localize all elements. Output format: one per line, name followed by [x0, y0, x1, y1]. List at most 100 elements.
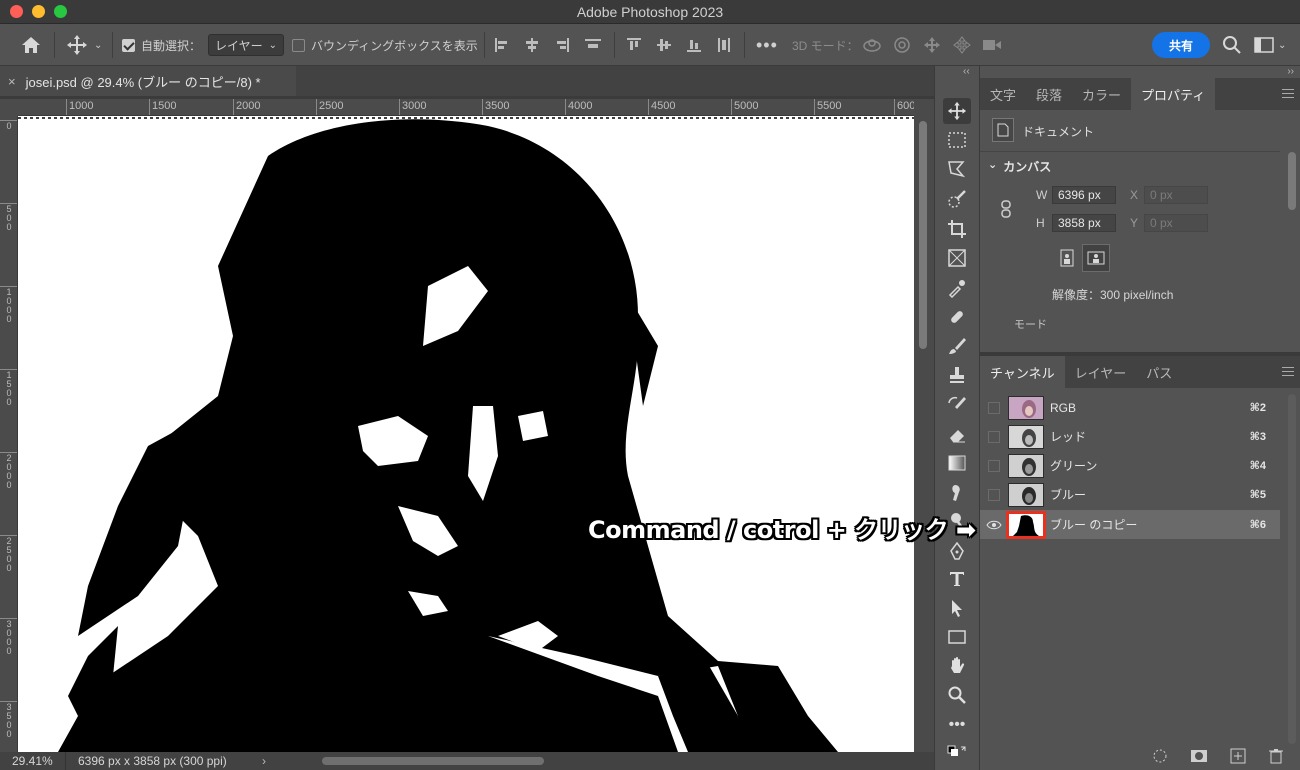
share-button[interactable]: 共有: [1152, 32, 1210, 58]
brush-tool[interactable]: [943, 333, 971, 359]
align-middle-icon[interactable]: [656, 37, 672, 53]
home-button[interactable]: [20, 24, 42, 66]
eraser-tool[interactable]: [943, 422, 971, 448]
channels-scrollbar[interactable]: [1288, 394, 1296, 744]
align-left-icon[interactable]: [494, 37, 510, 53]
3d-slide-icon[interactable]: [952, 36, 972, 54]
auto-select-dropdown[interactable]: レイヤー ⌄: [208, 34, 285, 56]
horizontal-scroll-thumb[interactable]: [322, 757, 544, 765]
horizontal-ruler[interactable]: 1000 1500 2000 2500 3000 3500 4000 4500 …: [18, 99, 914, 116]
3d-pan-icon[interactable]: [922, 36, 942, 54]
visibility-toggle[interactable]: [988, 401, 1000, 414]
align-vertical-group: [626, 24, 732, 66]
smudge-tool[interactable]: [943, 480, 971, 506]
channel-thumbnail: [1008, 453, 1044, 478]
channel-thumbnail-highlighted[interactable]: [1006, 510, 1046, 539]
3d-roll-icon[interactable]: [892, 36, 912, 54]
width-field[interactable]: 6396 px: [1052, 186, 1116, 204]
expand-icon[interactable]: ››: [1287, 66, 1294, 77]
collapse-icon[interactable]: ‹‹: [963, 66, 970, 77]
landscape-orientation-button[interactable]: [1082, 244, 1110, 272]
height-field[interactable]: 3858 px: [1052, 214, 1116, 232]
move-tool[interactable]: [943, 98, 971, 124]
link-icon[interactable]: [1000, 200, 1012, 218]
align-horizontal-distribute-icon[interactable]: [584, 37, 602, 53]
align-bottom-icon[interactable]: [686, 37, 702, 53]
hand-tool[interactable]: [943, 653, 971, 679]
close-tab-icon[interactable]: ×: [8, 74, 16, 89]
visibility-toggle[interactable]: [988, 459, 1000, 472]
chevron-right-icon[interactable]: ›: [262, 752, 266, 770]
clone-stamp-tool[interactable]: [943, 362, 971, 388]
y-field[interactable]: 0 px: [1144, 214, 1208, 232]
tab-color[interactable]: カラー: [1072, 78, 1131, 110]
load-selection-icon[interactable]: [1152, 748, 1168, 764]
tab-character[interactable]: 文字: [980, 78, 1026, 110]
bounding-box-checkbox[interactable]: [292, 38, 305, 52]
crop-tool[interactable]: [943, 216, 971, 242]
channel-shortcut: ⌘4: [1249, 460, 1266, 472]
channel-row[interactable]: グリーン ⌘4: [980, 451, 1280, 480]
visibility-toggle[interactable]: [988, 488, 1000, 501]
gradient-tool[interactable]: [943, 450, 971, 476]
search-button[interactable]: [1222, 24, 1242, 66]
tab-properties[interactable]: プロパティ: [1131, 78, 1216, 110]
channel-row[interactable]: ブルー ⌘5: [980, 480, 1280, 509]
x-field[interactable]: 0 px: [1144, 186, 1208, 204]
visibility-toggle[interactable]: [988, 430, 1000, 443]
more-options-icon[interactable]: •••: [756, 24, 778, 66]
ruler-label: 1500: [149, 99, 176, 115]
channel-row[interactable]: レッド ⌘3: [980, 422, 1280, 451]
rectangle-tool[interactable]: [943, 624, 971, 650]
zoom-level[interactable]: 29.41%: [0, 752, 66, 770]
workspace-icon: [1254, 37, 1274, 53]
eraser-icon: [950, 430, 965, 443]
save-selection-icon[interactable]: [1190, 748, 1208, 764]
channel-name: グリーン: [1050, 459, 1098, 473]
auto-select-checkbox[interactable]: [122, 38, 135, 52]
document-canvas[interactable]: [18, 116, 914, 752]
height-label: H: [1036, 216, 1045, 230]
properties-scroll-thumb[interactable]: [1288, 152, 1296, 210]
zoom-tool[interactable]: [943, 682, 971, 708]
scroll-thumb[interactable]: [919, 121, 927, 349]
canvas-section-header[interactable]: ⌄ カンバス: [988, 158, 1051, 175]
vertical-ruler[interactable]: 0 500 1000 1500 2000 2500 3000 3500: [0, 116, 18, 752]
quick-select-tool[interactable]: [943, 186, 971, 212]
panel-menu-icon[interactable]: [1282, 89, 1294, 98]
type-tool[interactable]: [943, 566, 971, 592]
eye-icon[interactable]: [986, 519, 1002, 531]
marquee-tool[interactable]: [943, 127, 971, 153]
3d-camera-icon[interactable]: [982, 36, 1002, 54]
eyedropper-tool[interactable]: [943, 275, 971, 301]
tab-paragraph[interactable]: 段落: [1026, 78, 1072, 110]
options-bar: ⌄ 自動選択： レイヤー ⌄ バウンディングボックスを表示 ••• 3D モード…: [0, 24, 1300, 66]
align-top-icon[interactable]: [626, 37, 642, 53]
align-center-icon[interactable]: [524, 37, 540, 53]
tab-channels[interactable]: チャンネル: [980, 356, 1065, 388]
chevron-down-icon: ⌄: [94, 39, 103, 51]
workspace-button[interactable]: ⌄: [1254, 24, 1286, 66]
3d-orbit-icon[interactable]: [862, 36, 882, 54]
lasso-tool[interactable]: [943, 156, 971, 182]
tab-paths[interactable]: パス: [1136, 356, 1182, 388]
panel-menu-icon[interactable]: [1282, 367, 1294, 376]
frame-tool[interactable]: [943, 245, 971, 271]
healing-brush-tool[interactable]: [943, 304, 971, 330]
move-tool-preset-button[interactable]: ⌄: [66, 24, 102, 66]
channel-row[interactable]: RGB ⌘2: [980, 393, 1280, 422]
path-selection-tool[interactable]: [943, 595, 971, 621]
zoom-icon: [948, 686, 966, 704]
edit-toolbar-icon[interactable]: •••: [943, 712, 971, 738]
portrait-orientation-button[interactable]: [1056, 246, 1078, 270]
history-brush-tool[interactable]: [943, 392, 971, 418]
trash-icon[interactable]: [1268, 748, 1284, 764]
tab-layers[interactable]: レイヤー: [1065, 356, 1137, 388]
align-vertical-distribute-icon[interactable]: [716, 37, 732, 53]
new-channel-icon[interactable]: [1230, 748, 1246, 764]
vertical-scrollbar[interactable]: [914, 99, 934, 752]
channel-row-selected[interactable]: ブルー のコピー ⌘6: [980, 510, 1280, 539]
document-tab[interactable]: × josei.psd @ 29.4% (ブルー のコピー/8) *: [0, 66, 296, 96]
align-right-icon[interactable]: [554, 37, 570, 53]
color-swatches[interactable]: [943, 742, 971, 768]
